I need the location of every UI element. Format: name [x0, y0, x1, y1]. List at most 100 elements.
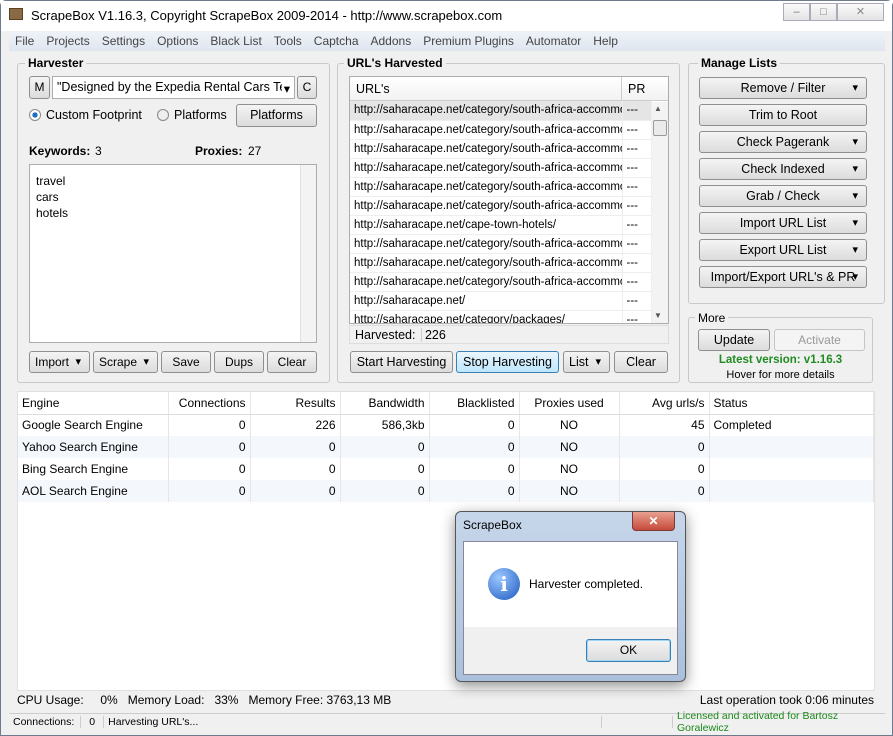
- keywords-textarea[interactable]: travel cars hotels: [29, 164, 317, 343]
- manage-check-indexed-button[interactable]: Check Indexed: [699, 158, 867, 180]
- engine-cell: 226: [250, 414, 341, 436]
- manage-trim-to-root-button[interactable]: Trim to Root: [699, 104, 867, 126]
- update-button[interactable]: Update: [698, 329, 770, 351]
- col-header[interactable]: Proxies used: [519, 392, 620, 415]
- manage-remove-filter-button[interactable]: Remove / Filter: [699, 77, 867, 99]
- menu-bar: File Projects Settings Options Black List Too…: [9, 32, 885, 51]
- status-bar: Connections: 0 Harvesting URL's... Licen…: [9, 710, 885, 734]
- connections-label: Connections:: [9, 716, 82, 728]
- url-row[interactable]: http://saharacape.net/cape-town-hotels/-…: [350, 215, 652, 235]
- menu-premium-plugins[interactable]: Premium Plugins: [417, 32, 520, 51]
- url-row[interactable]: http://saharacape.net/category/south-afr…: [350, 139, 652, 159]
- engine-row[interactable]: Bing Search Engine 0 0 0 0 NO 0: [18, 458, 874, 480]
- engine-cell: NO: [519, 414, 620, 436]
- keywords-count: 3: [95, 144, 102, 158]
- url-row[interactable]: http://saharacape.net/category/south-afr…: [350, 158, 652, 178]
- activate-button[interactable]: Activate: [774, 329, 865, 351]
- url-cell: http://saharacape.net/category/packages/: [350, 310, 623, 323]
- url-row[interactable]: http://saharacape.net/category/south-afr…: [350, 120, 652, 140]
- engines-table: Engine Connections Results Bandwidth Blackli…: [17, 391, 875, 691]
- import-button[interactable]: Import: [29, 351, 90, 373]
- engine-cell: 0: [429, 436, 520, 458]
- engine-cell: 0: [340, 480, 430, 502]
- engine-cell: 0: [619, 480, 710, 502]
- menu-projects[interactable]: Projects: [40, 32, 95, 51]
- close-button[interactable]: ✕: [837, 3, 884, 21]
- col-pr-header[interactable]: PR: [622, 77, 651, 100]
- scroll-up-icon[interactable]: ▲: [654, 104, 662, 113]
- connections-value: 0: [81, 716, 105, 728]
- manage-lists-title: Manage Lists: [698, 56, 781, 70]
- c-button[interactable]: C: [297, 76, 317, 99]
- url-row[interactable]: http://saharacape.net/---: [350, 291, 652, 311]
- manage-export-url-list-button[interactable]: Export URL List: [699, 239, 867, 261]
- pr-cell: ---: [622, 234, 652, 254]
- col-header[interactable]: Avg urls/s: [619, 392, 710, 415]
- keywords-scrollbar[interactable]: [300, 165, 316, 342]
- urls-scrollbar[interactable]: ▲ ▼: [652, 102, 668, 323]
- footprint-select[interactable]: "Designed by the Expedia Rental Cars Te ▾: [52, 76, 295, 99]
- menu-options[interactable]: Options: [151, 32, 204, 51]
- col-header[interactable]: Engine: [18, 392, 169, 415]
- list-button[interactable]: List: [563, 351, 610, 373]
- col-header[interactable]: Results: [250, 392, 341, 415]
- url-row[interactable]: http://saharacape.net/category/south-afr…: [350, 196, 652, 216]
- dialog-close-button[interactable]: ✕: [632, 512, 675, 531]
- menu-automator[interactable]: Automator: [520, 32, 587, 51]
- menu-file[interactable]: File: [9, 32, 40, 51]
- col-header[interactable]: Blacklisted: [429, 392, 520, 415]
- scroll-down-icon[interactable]: ▼: [654, 311, 662, 320]
- engine-cell: NO: [519, 436, 620, 458]
- menu-help[interactable]: Help: [587, 32, 624, 51]
- url-cell: http://saharacape.net/category/south-afr…: [350, 139, 623, 159]
- url-cell: http://saharacape.net/category/south-afr…: [350, 234, 623, 254]
- clear-keywords-button[interactable]: Clear: [267, 351, 317, 373]
- url-row[interactable]: http://saharacape.net/category/packages/…: [350, 310, 652, 323]
- radio-checked-icon: [29, 109, 41, 121]
- engine-row[interactable]: Google Search Engine 0 226 586,3kb 0 NO 45 Comp…: [18, 414, 874, 436]
- custom-footprint-radio[interactable]: Custom Footprint: [29, 108, 142, 122]
- manage-import-url-list-button[interactable]: Import URL List: [699, 212, 867, 234]
- engine-cell: 0: [619, 436, 710, 458]
- ok-button[interactable]: OK: [586, 639, 671, 662]
- url-row[interactable]: http://saharacape.net/category/south-afr…: [350, 272, 652, 292]
- col-header[interactable]: Status: [709, 392, 874, 415]
- col-header[interactable]: Connections: [168, 392, 251, 415]
- scroll-thumb[interactable]: [653, 120, 667, 136]
- col-header[interactable]: Bandwidth: [340, 392, 430, 415]
- memory-free: Memory Free: 3763,13 MB: [248, 693, 392, 707]
- urls-list[interactable]: URL's PR http://saharacape.net/category/…: [349, 76, 669, 324]
- menu-addons[interactable]: Addons: [365, 32, 418, 51]
- minimize-button[interactable]: –: [783, 3, 810, 21]
- engine-cell: 0: [340, 458, 430, 480]
- manage-check-pagerank-button[interactable]: Check Pagerank: [699, 131, 867, 153]
- menu-black-list[interactable]: Black List: [204, 32, 267, 51]
- col-url-header[interactable]: URL's: [350, 77, 622, 100]
- harvested-label: Harvested:: [355, 328, 416, 342]
- url-row[interactable]: http://saharacape.net/category/south-afr…: [350, 253, 652, 273]
- maximize-button[interactable]: □: [810, 3, 837, 21]
- menu-captcha[interactable]: Captcha: [308, 32, 365, 51]
- engine-cell: 0: [429, 480, 520, 502]
- dups-button[interactable]: Dups: [214, 351, 264, 373]
- clear-urls-button[interactable]: Clear: [614, 351, 668, 373]
- menu-settings[interactable]: Settings: [96, 32, 151, 51]
- start-harvesting-button[interactable]: Start Harvesting: [350, 351, 453, 373]
- engine-cell: Google Search Engine: [18, 414, 169, 436]
- url-row[interactable]: http://saharacape.net/category/south-afr…: [350, 101, 652, 121]
- scrape-button[interactable]: Scrape: [93, 351, 158, 373]
- menu-tools[interactable]: Tools: [268, 32, 308, 51]
- save-button[interactable]: Save: [161, 351, 211, 373]
- url-row[interactable]: http://saharacape.net/category/south-afr…: [350, 234, 652, 254]
- stop-harvesting-button[interactable]: Stop Harvesting: [456, 351, 559, 373]
- engine-row[interactable]: AOL Search Engine 0 0 0 0 NO 0: [18, 480, 874, 502]
- manage-grab-check-button[interactable]: Grab / Check: [699, 185, 867, 207]
- platforms-button[interactable]: Platforms: [236, 104, 317, 127]
- harvested-panel: Harvested: 226: [349, 325, 669, 344]
- m-button[interactable]: M: [29, 76, 50, 99]
- url-row[interactable]: http://saharacape.net/category/south-afr…: [350, 177, 652, 197]
- manage-import-export-url-s-pr-button[interactable]: Import/Export URL's & PR: [699, 266, 867, 288]
- engine-cell: 0: [429, 414, 520, 436]
- engine-row[interactable]: Yahoo Search Engine 0 0 0 0 NO 0: [18, 436, 874, 458]
- platforms-radio[interactable]: Platforms: [157, 108, 227, 122]
